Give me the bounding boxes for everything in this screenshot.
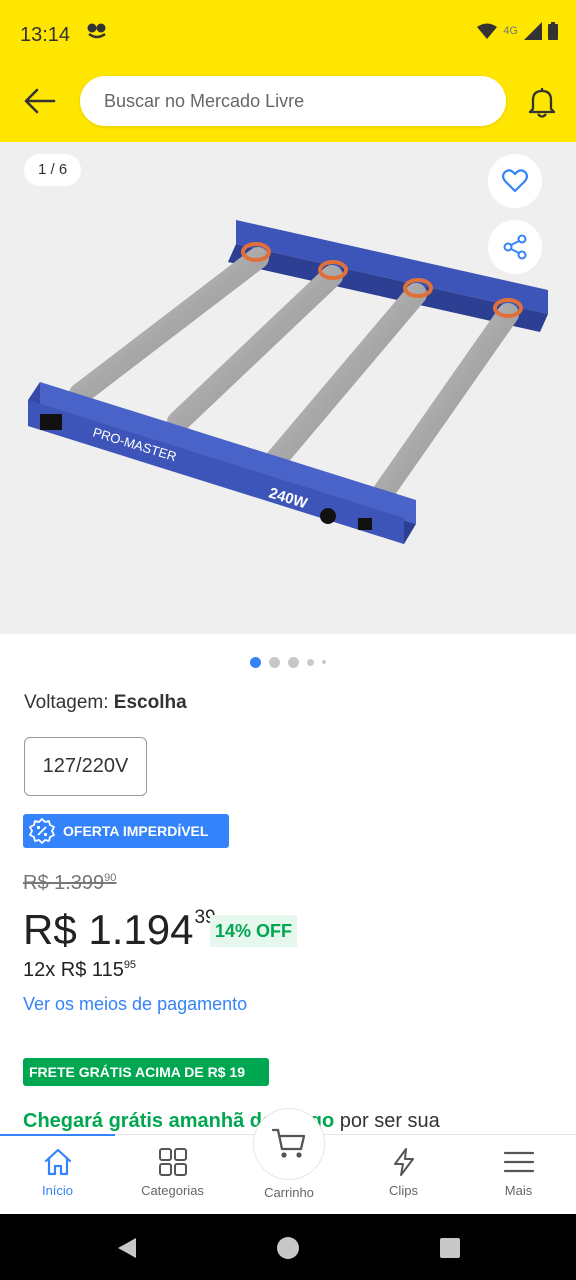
tab-categorias[interactable]: Categorias xyxy=(115,1135,230,1215)
pagination-dot-active xyxy=(250,656,261,668)
tab-inicio[interactable]: Início xyxy=(0,1135,115,1215)
grid-icon xyxy=(158,1148,187,1176)
nav-home-icon[interactable] xyxy=(276,1236,300,1260)
original-price: R$ 1.39990 xyxy=(23,872,116,895)
pagination-dot xyxy=(307,658,314,666)
tab-clips[interactable]: Clips xyxy=(346,1135,461,1215)
status-time: 13:14 xyxy=(20,24,71,46)
home-icon xyxy=(44,1148,71,1176)
variant-label: Voltagem: Escolha xyxy=(24,692,187,714)
tab-label-inicio: Início xyxy=(41,1183,74,1198)
search-box[interactable] xyxy=(80,76,506,126)
app-header xyxy=(0,70,576,142)
delivery-info: Chegará grátis amanhã domingo por ser su… xyxy=(23,1110,440,1133)
tab-label-categorias: Categorias xyxy=(141,1183,204,1198)
installments-main: 12x R$ 115 xyxy=(23,959,124,981)
discount-seal-icon xyxy=(29,818,55,844)
bell-icon xyxy=(528,88,556,118)
pagination-dot xyxy=(288,656,299,668)
discount-badge: 14% OFF xyxy=(210,915,298,947)
menu-icon xyxy=(503,1151,534,1173)
tab-carrinho[interactable] xyxy=(253,1108,325,1180)
variant-option-127-220v[interactable]: 127/220V xyxy=(24,737,147,796)
current-price-main: R$ 1.194 xyxy=(23,906,194,953)
tab-label-clips: Clips xyxy=(389,1183,418,1198)
deal-badge: OFERTA IMPERDÍVEL xyxy=(23,814,229,848)
installments: 12x R$ 11595 xyxy=(23,959,136,982)
clips-icon xyxy=(393,1148,414,1176)
payment-methods-link[interactable]: Ver os meios de pagamento xyxy=(23,994,247,1015)
network-type: 4G xyxy=(503,25,518,37)
status-bar: 13:14 4G xyxy=(0,0,576,70)
nav-back-icon[interactable] xyxy=(116,1236,140,1260)
delivery-rest: por ser sua xyxy=(334,1110,440,1132)
status-icons: 4G xyxy=(477,22,558,40)
back-button[interactable] xyxy=(18,84,62,118)
gallery-pagination xyxy=(0,650,576,674)
nav-recents-icon[interactable] xyxy=(438,1236,462,1260)
pagination-dot xyxy=(322,660,326,664)
notifications-button[interactable] xyxy=(524,84,560,120)
tab-label-carrinho: Carrinho xyxy=(264,1185,314,1200)
pagination-dot xyxy=(269,656,280,668)
wifi-icon xyxy=(477,23,498,39)
free-shipping-badge: FRETE GRÁTIS ACIMA DE R$ 19 xyxy=(23,1058,269,1086)
bottom-tab-bar: Início Categorias Carrinho Clips Mais xyxy=(0,1108,576,1215)
variant-selected: Escolha xyxy=(113,692,187,713)
search-input[interactable] xyxy=(80,76,506,126)
deal-badge-label: OFERTA IMPERDÍVEL xyxy=(63,823,209,839)
variant-label-text: Voltagem: xyxy=(24,692,114,713)
product-gallery[interactable]: 1 / 6 PRO-MASTER 240W xyxy=(0,142,576,634)
original-price-cents: 90 xyxy=(104,872,117,884)
installments-cents: 95 xyxy=(123,959,137,971)
original-price-main: R$ 1.399 xyxy=(23,872,105,894)
current-price: R$ 1.19439 xyxy=(23,906,216,954)
battery-icon xyxy=(548,22,558,40)
notification-icon xyxy=(86,22,108,46)
tab-label-mais: Mais xyxy=(504,1183,533,1198)
product-image: PRO-MASTER 240W xyxy=(28,220,548,544)
back-arrow-icon xyxy=(24,88,56,114)
system-navigation-bar xyxy=(0,1214,576,1280)
signal-icon xyxy=(524,22,542,40)
tab-mais[interactable]: Mais xyxy=(461,1135,576,1215)
cart-icon xyxy=(271,1128,306,1158)
